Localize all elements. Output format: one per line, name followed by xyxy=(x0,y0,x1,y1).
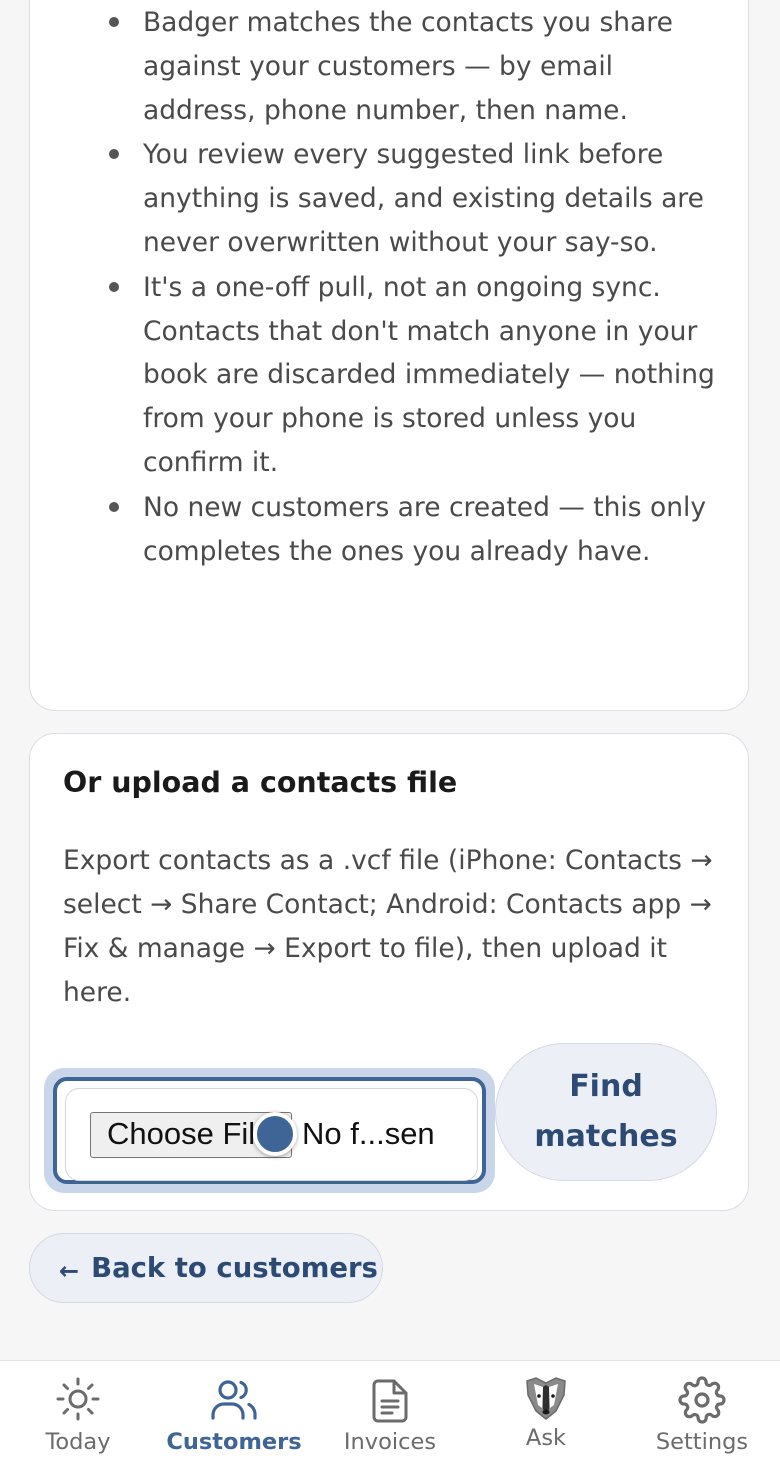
upload-title: Or upload a contacts file xyxy=(63,766,458,799)
back-button-label: Back to customers xyxy=(91,1252,378,1284)
file-input-wrapper: Choose File No f...sen xyxy=(53,1077,486,1184)
nav-item-today[interactable]: Today xyxy=(0,1361,156,1480)
upload-card: Or upload a contacts file Export contact… xyxy=(29,733,749,1211)
info-item-text: Badger matches the contacts you share ag… xyxy=(143,7,673,126)
gear-icon xyxy=(678,1376,726,1424)
info-item-text: You review every suggested link before a… xyxy=(143,139,704,258)
users-icon xyxy=(211,1380,257,1420)
nav-label-customers: Customers xyxy=(166,1429,302,1455)
nav-item-ask[interactable]: Ask xyxy=(468,1361,624,1480)
page: Badger matches the contacts you share ag… xyxy=(0,0,780,1480)
find-matches-label: Find matches xyxy=(534,1069,678,1154)
list-item: You review every suggested link before a… xyxy=(30,133,748,264)
find-matches-button[interactable]: Find matches xyxy=(495,1043,717,1181)
bottom-nav: Today Customers Invoices Ask Settings xyxy=(0,1360,780,1480)
info-item-text: No new customers are created — this only… xyxy=(143,491,707,567)
touch-cursor-indicator xyxy=(253,1112,297,1156)
badger-icon xyxy=(526,1377,566,1420)
list-item: Badger matches the contacts you share ag… xyxy=(30,1,748,132)
bullet xyxy=(109,501,119,512)
list-item: It's a one-off pull, not an ongoing sync… xyxy=(30,266,748,485)
nav-label-ask: Ask xyxy=(525,1425,567,1451)
nav-item-invoices[interactable]: Invoices xyxy=(312,1361,468,1480)
list-item: No new customers are created — this only… xyxy=(30,486,748,574)
info-list: Badger matches the contacts you share ag… xyxy=(30,1,748,574)
bullet xyxy=(109,281,119,292)
upload-description: Export contacts as a .vcf file (iPhone: … xyxy=(63,845,713,1008)
nav-label-invoices: Invoices xyxy=(343,1429,437,1455)
nav-item-settings[interactable]: Settings xyxy=(624,1361,780,1480)
file-input-focus-ring: Choose File No f...sen xyxy=(44,1068,495,1193)
file-status-text: No f...sen xyxy=(302,1116,435,1151)
info-card: Badger matches the contacts you share ag… xyxy=(29,0,749,711)
bullet xyxy=(109,17,119,27)
arrow-left-icon: ← xyxy=(59,1257,80,1285)
sun-icon xyxy=(56,1377,100,1421)
bullet xyxy=(109,149,119,160)
nav-item-customers[interactable]: Customers xyxy=(156,1361,312,1480)
info-item-text: It's a one-off pull, not an ongoing sync… xyxy=(143,271,715,478)
document-icon xyxy=(372,1379,408,1423)
nav-label-settings: Settings xyxy=(655,1429,749,1455)
back-to-customers-button[interactable]: ← Back to customers xyxy=(29,1233,383,1303)
nav-label-today: Today xyxy=(45,1429,111,1455)
file-input[interactable]: Choose File No f...sen xyxy=(65,1088,478,1181)
